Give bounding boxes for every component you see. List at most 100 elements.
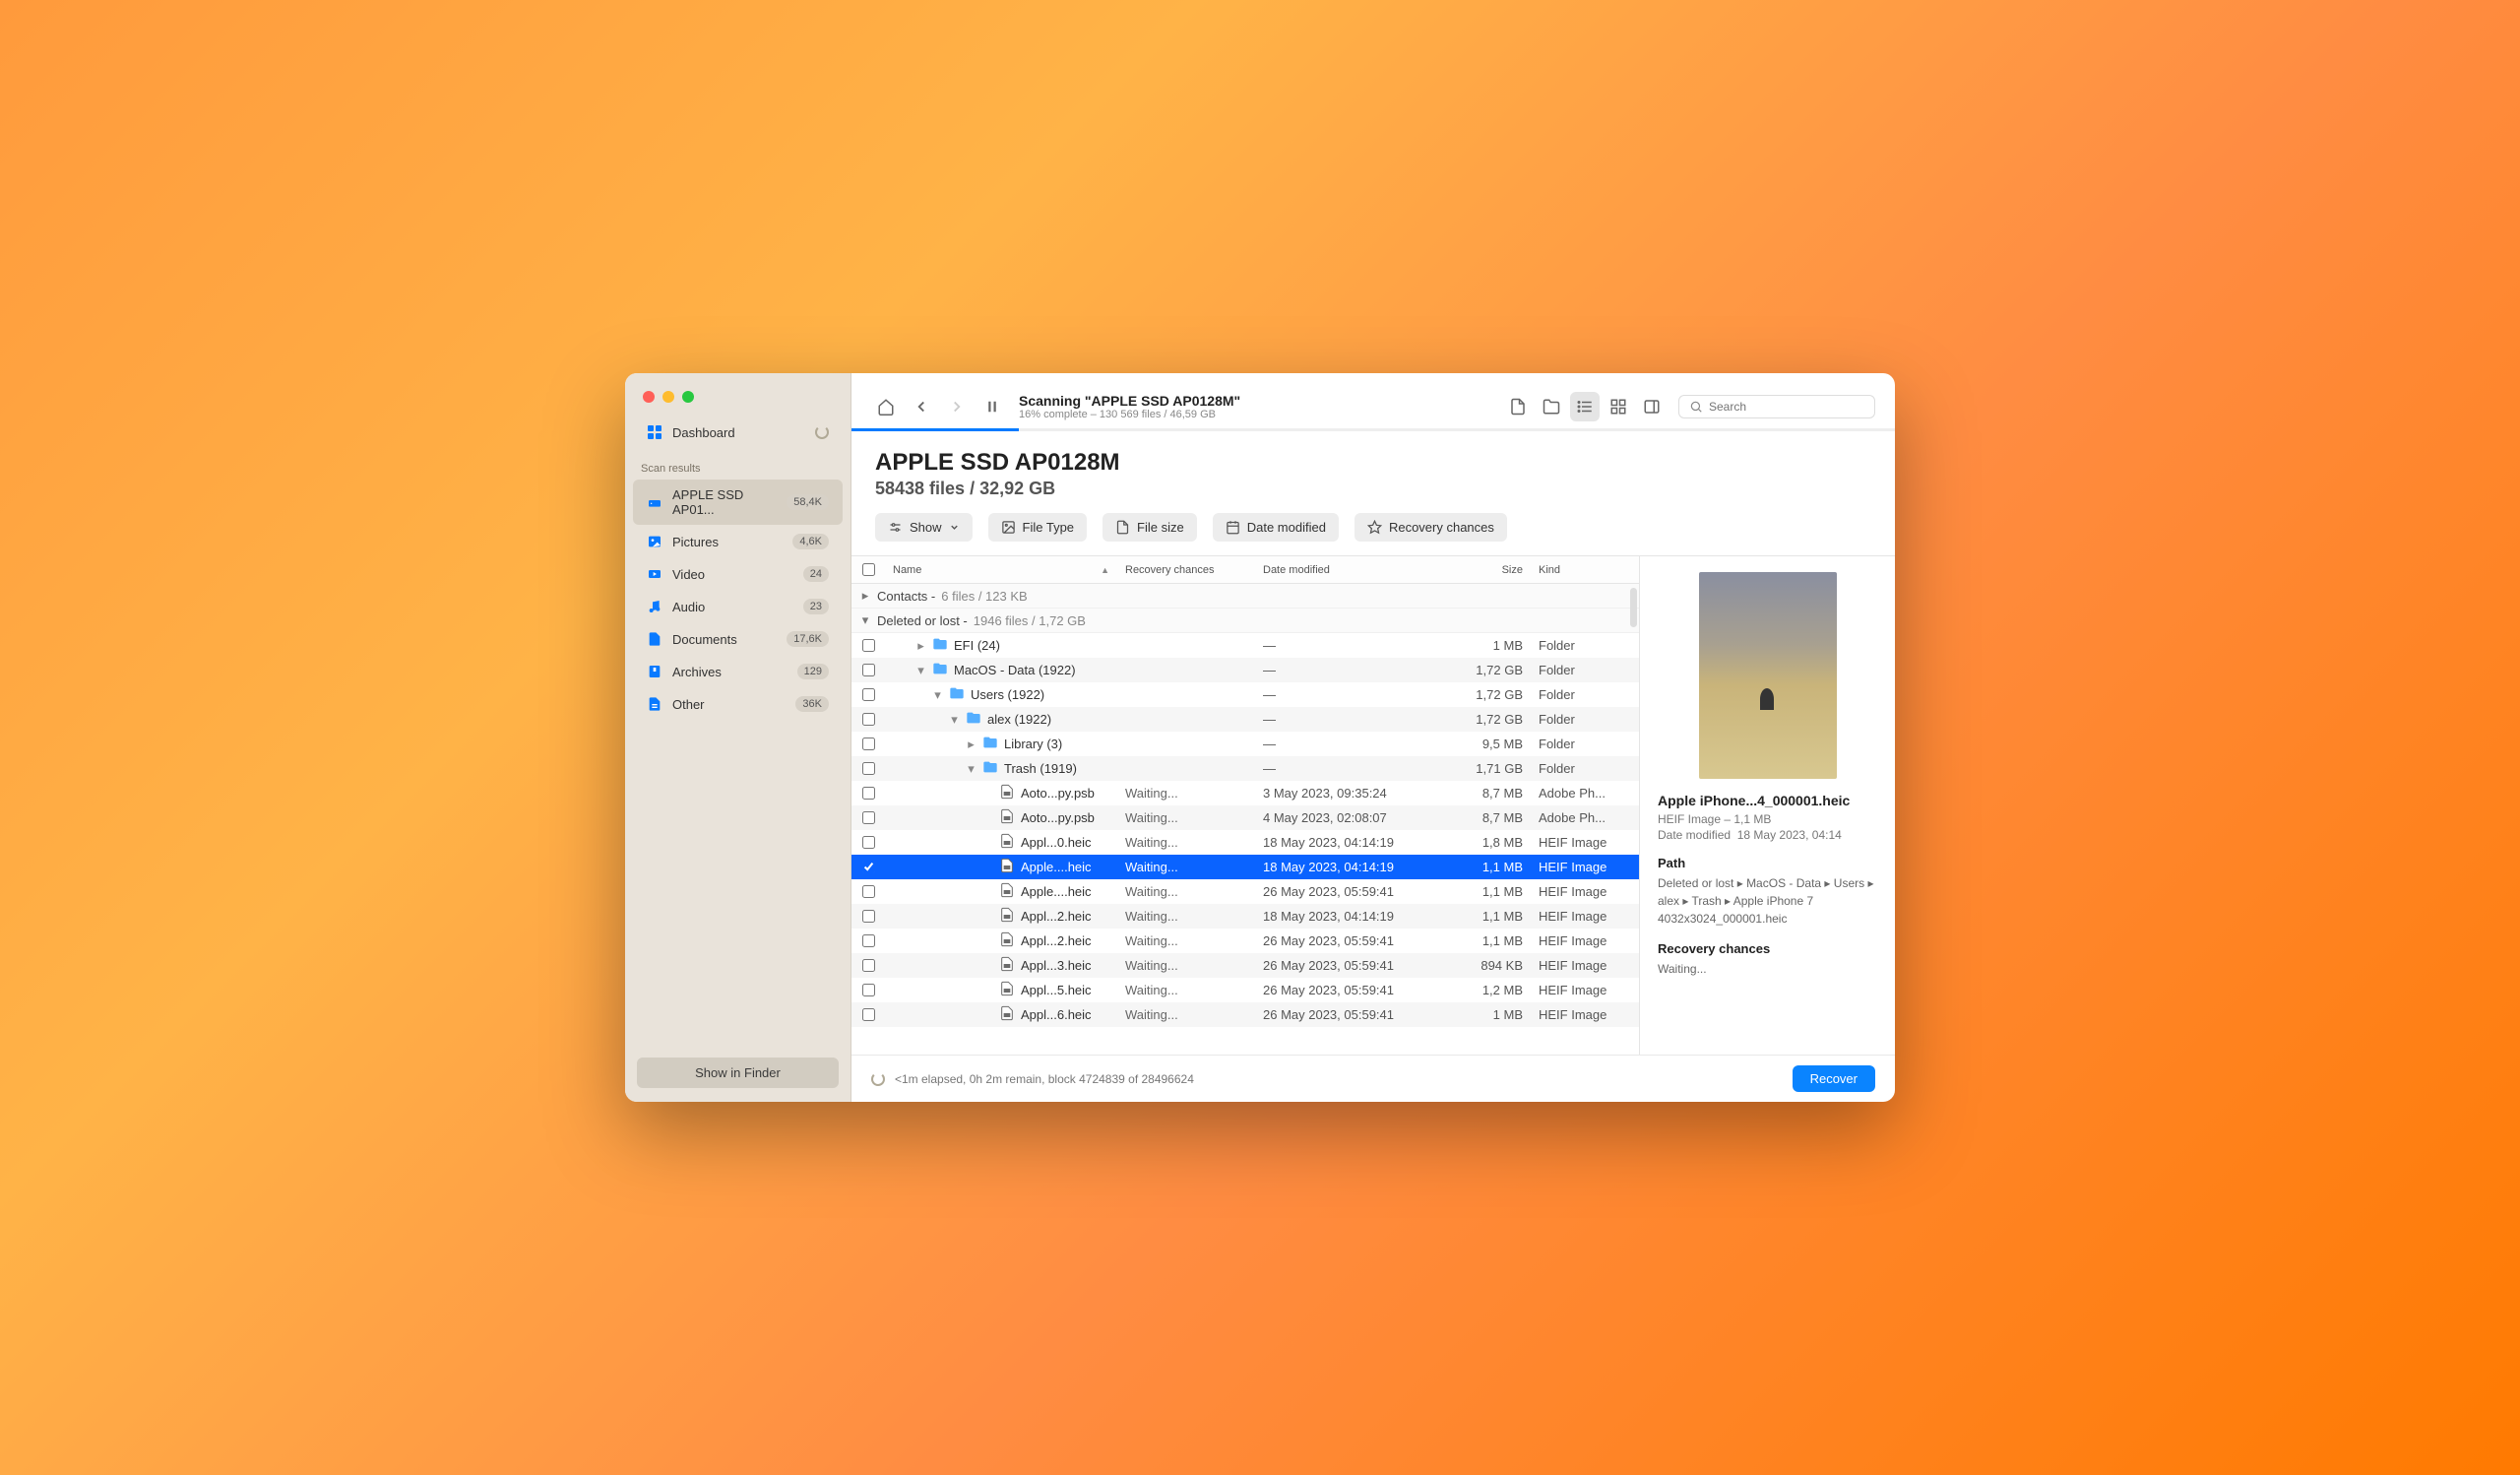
- row-size: 1,8 MB: [1442, 835, 1531, 850]
- forward-button[interactable]: [942, 392, 972, 421]
- table-row[interactable]: Apple....heic Waiting... 18 May 2023, 04…: [851, 855, 1639, 879]
- table-row[interactable]: ▸EFI (24) — 1 MB Folder: [851, 633, 1639, 658]
- toggle-sidebar-button[interactable]: [1637, 392, 1667, 421]
- file-icon: [999, 882, 1015, 901]
- row-checkbox[interactable]: [862, 910, 875, 923]
- documents-icon: [647, 631, 662, 647]
- detail-recovery-value: Waiting...: [1658, 960, 1877, 978]
- table-row[interactable]: Apple....heic Waiting... 26 May 2023, 05…: [851, 879, 1639, 904]
- row-checkbox[interactable]: [862, 787, 875, 800]
- column-size[interactable]: Size: [1442, 564, 1531, 576]
- disclosure-icon[interactable]: ▸: [859, 588, 871, 604]
- sidebar-item-pictures[interactable]: Pictures4,6K: [633, 526, 843, 557]
- column-recovery[interactable]: Recovery chances: [1117, 564, 1255, 576]
- back-button[interactable]: [907, 392, 936, 421]
- search-box[interactable]: [1678, 395, 1875, 418]
- row-checkbox[interactable]: [862, 713, 875, 726]
- toolbar: Scanning "APPLE SSD AP0128M" 16% complet…: [851, 373, 1895, 428]
- row-checkbox[interactable]: [862, 738, 875, 750]
- row-name: Trash (1919): [1004, 761, 1077, 776]
- row-kind: Folder: [1531, 737, 1639, 751]
- recover-button[interactable]: Recover: [1793, 1065, 1875, 1092]
- filter-file-size-button[interactable]: File size: [1102, 513, 1197, 542]
- sidebar-dashboard[interactable]: Dashboard: [633, 417, 843, 448]
- filter-show-button[interactable]: Show: [875, 513, 973, 542]
- row-checkbox[interactable]: [862, 1008, 875, 1021]
- sidebar-item-video[interactable]: Video24: [633, 558, 843, 590]
- view-folder-button[interactable]: [1537, 392, 1566, 421]
- close-window-button[interactable]: [643, 391, 655, 403]
- group-row[interactable]: ▸Contacts - 6 files / 123 KB: [851, 584, 1639, 609]
- table-row[interactable]: Appl...2.heic Waiting... 26 May 2023, 05…: [851, 929, 1639, 953]
- show-in-finder-button[interactable]: Show in Finder: [637, 1058, 839, 1088]
- filter-file-type-button[interactable]: File Type: [988, 513, 1088, 542]
- filter-date-button[interactable]: Date modified: [1213, 513, 1339, 542]
- table-row[interactable]: Aoto...py.psb Waiting... 3 May 2023, 09:…: [851, 781, 1639, 805]
- table-row[interactable]: Appl...2.heic Waiting... 18 May 2023, 04…: [851, 904, 1639, 929]
- sidebar-item-label: Archives: [672, 665, 788, 679]
- disclosure-icon[interactable]: ▾: [949, 712, 960, 728]
- table-row[interactable]: ▾MacOS - Data (1922) — 1,72 GB Folder: [851, 658, 1639, 682]
- filter-recovery-button[interactable]: Recovery chances: [1354, 513, 1507, 542]
- file-icon: [1115, 520, 1130, 535]
- row-size: 1,1 MB: [1442, 860, 1531, 874]
- row-name: Appl...6.heic: [1021, 1007, 1092, 1022]
- table-row[interactable]: ▾alex (1922) — 1,72 GB Folder: [851, 707, 1639, 732]
- table-row[interactable]: Appl...3.heic Waiting... 26 May 2023, 05…: [851, 953, 1639, 978]
- table-row[interactable]: ▸Library (3) — 9,5 MB Folder: [851, 732, 1639, 756]
- search-input[interactable]: [1709, 400, 1864, 414]
- home-button[interactable]: [871, 392, 901, 421]
- row-kind: Adobe Ph...: [1531, 786, 1639, 801]
- row-kind: HEIF Image: [1531, 958, 1639, 973]
- table-row[interactable]: ▾Users (1922) — 1,72 GB Folder: [851, 682, 1639, 707]
- row-checkbox[interactable]: [862, 664, 875, 676]
- row-checkbox[interactable]: [862, 959, 875, 972]
- column-date[interactable]: Date modified: [1255, 564, 1442, 576]
- disclosure-icon[interactable]: ▸: [966, 737, 976, 752]
- disclosure-icon[interactable]: ▾: [932, 687, 943, 703]
- sidebar-dashboard-label: Dashboard: [672, 425, 805, 440]
- row-date: —: [1255, 712, 1442, 727]
- group-row[interactable]: ▾Deleted or lost - 1946 files / 1,72 GB: [851, 609, 1639, 633]
- other-icon: [647, 696, 662, 712]
- disclosure-icon[interactable]: ▾: [966, 761, 976, 777]
- folder-icon: [966, 710, 981, 729]
- row-checkbox[interactable]: [862, 639, 875, 652]
- sidebar-item-drive[interactable]: APPLE SSD AP01...58,4K: [633, 480, 843, 525]
- disclosure-icon[interactable]: ▾: [859, 612, 871, 628]
- row-name: alex (1922): [987, 712, 1051, 727]
- row-checkbox[interactable]: [862, 836, 875, 849]
- table-row[interactable]: ▾Trash (1919) — 1,71 GB Folder: [851, 756, 1639, 781]
- sidebar-item-other[interactable]: Other36K: [633, 688, 843, 720]
- row-checkbox[interactable]: [862, 984, 875, 996]
- row-checkbox[interactable]: [862, 934, 875, 947]
- minimize-window-button[interactable]: [662, 391, 674, 403]
- view-document-button[interactable]: [1503, 392, 1533, 421]
- column-name[interactable]: Name▲: [885, 564, 1117, 576]
- row-checkbox[interactable]: [862, 885, 875, 898]
- row-checkbox[interactable]: [862, 762, 875, 775]
- sidebar-item-audio[interactable]: Audio23: [633, 591, 843, 622]
- detail-filename: Apple iPhone...4_000001.heic: [1658, 793, 1877, 808]
- view-list-button[interactable]: [1570, 392, 1600, 421]
- detail-path-value: Deleted or lost ▸ MacOS - Data ▸ Users ▸…: [1658, 874, 1877, 928]
- disclosure-icon[interactable]: ▾: [915, 663, 926, 678]
- table-row[interactable]: Aoto...py.psb Waiting... 4 May 2023, 02:…: [851, 805, 1639, 830]
- sidebar-item-documents[interactable]: Documents17,6K: [633, 623, 843, 655]
- row-checkbox[interactable]: [862, 861, 875, 873]
- disclosure-icon[interactable]: ▸: [915, 638, 926, 654]
- pause-button[interactable]: [977, 392, 1007, 421]
- view-grid-button[interactable]: [1604, 392, 1633, 421]
- sidebar-item-archives[interactable]: Archives129: [633, 656, 843, 687]
- select-all-checkbox[interactable]: [862, 563, 875, 576]
- table-row[interactable]: Appl...5.heic Waiting... 26 May 2023, 05…: [851, 978, 1639, 1002]
- scrollbar[interactable]: [1630, 588, 1637, 627]
- row-checkbox[interactable]: [862, 811, 875, 824]
- table-row[interactable]: Appl...0.heic Waiting... 18 May 2023, 04…: [851, 830, 1639, 855]
- row-size: 9,5 MB: [1442, 737, 1531, 751]
- row-checkbox[interactable]: [862, 688, 875, 701]
- table-row[interactable]: Appl...6.heic Waiting... 26 May 2023, 05…: [851, 1002, 1639, 1027]
- maximize-window-button[interactable]: [682, 391, 694, 403]
- row-kind: Folder: [1531, 712, 1639, 727]
- column-kind[interactable]: Kind: [1531, 564, 1639, 576]
